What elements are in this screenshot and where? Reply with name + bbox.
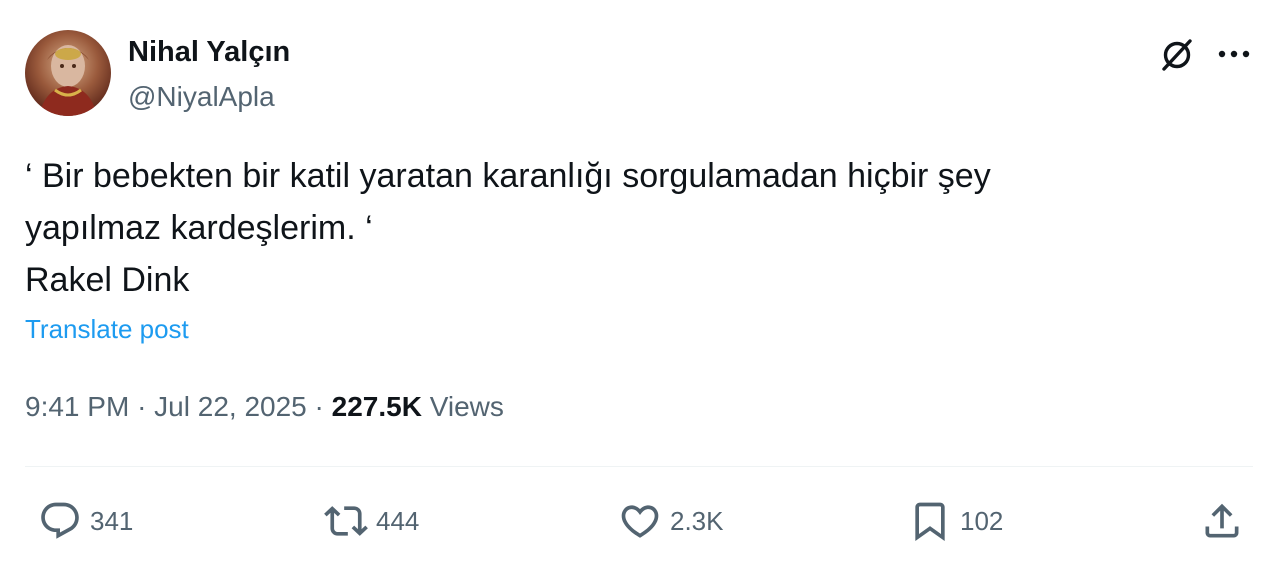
user-handle[interactable]: @NiyalApla [128, 80, 275, 114]
display-name[interactable]: Nihal Yalçın [128, 34, 290, 70]
like-icon [621, 505, 659, 538]
share-icon [1205, 503, 1239, 538]
avatar[interactable] [25, 30, 111, 116]
post-text-line: yapılmaz kardeşlerim. ‘ [25, 209, 373, 247]
reply-icon [41, 502, 79, 539]
translate-post-link[interactable]: Translate post [25, 312, 189, 346]
avatar-image [39, 45, 97, 116]
grok-icon[interactable] [1158, 36, 1196, 74]
more-options-icon[interactable] [1214, 40, 1254, 68]
views-label: Views [429, 391, 504, 422]
post-metadata: 9:41 PM · Jul 22, 2025 · 227.5K Views [25, 388, 504, 426]
post-text-line: ‘ Bir bebekten bir katil yaratan karanlı… [25, 157, 991, 195]
like-count: 2.3K [670, 506, 724, 536]
views-count: 227.5K [331, 391, 422, 422]
reply-count: 341 [90, 506, 134, 536]
post-time[interactable]: 9:41 PM [25, 391, 129, 422]
bookmark-button[interactable]: 102 [908, 496, 1003, 546]
meta-separator: · [314, 391, 324, 422]
reply-button[interactable]: 341 [38, 496, 133, 546]
repost-count: 444 [376, 506, 420, 536]
repost-icon [324, 506, 368, 536]
meta-separator: · [137, 391, 147, 422]
like-button[interactable]: 2.3K [618, 496, 724, 546]
post-text-line: Rakel Dink [25, 261, 190, 299]
bookmark-icon [915, 502, 945, 542]
divider [25, 466, 1253, 467]
post-text: ‘ Bir bebekten bir katil yaratan karanlı… [25, 150, 1245, 306]
share-button[interactable] [1200, 496, 1244, 546]
repost-button[interactable]: 444 [324, 496, 419, 546]
bookmark-count: 102 [960, 506, 1004, 536]
post-date[interactable]: Jul 22, 2025 [154, 391, 307, 422]
